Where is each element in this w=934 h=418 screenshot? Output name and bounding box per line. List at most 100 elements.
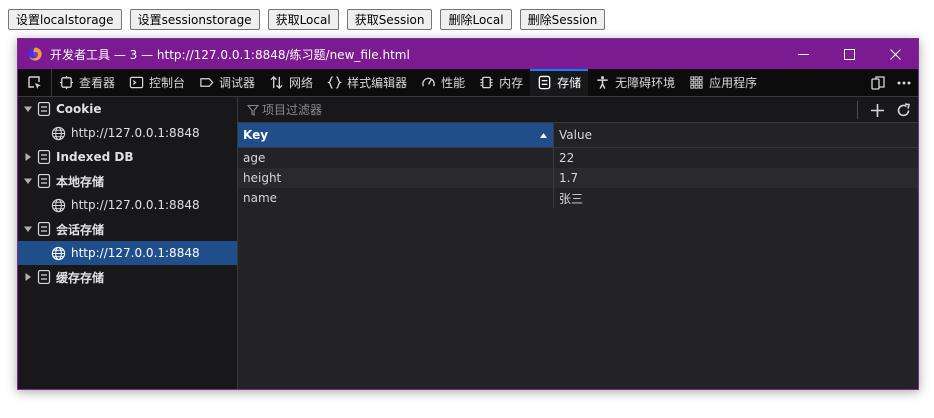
add-item-button[interactable] bbox=[866, 99, 888, 121]
tree-item-session-storage[interactable]: 会话存储 bbox=[18, 217, 237, 241]
style-editor-icon bbox=[327, 76, 342, 89]
storage-icon bbox=[538, 75, 551, 90]
tab-label: 调试器 bbox=[219, 76, 256, 90]
value-cell: 张三 bbox=[559, 191, 584, 206]
application-icon bbox=[690, 76, 703, 89]
tab-style-editor[interactable]: 样式编辑器 bbox=[320, 69, 414, 96]
tree-label: Cookie bbox=[56, 102, 102, 116]
set-sessionstorage-button[interactable]: 设置sessionstorage bbox=[129, 9, 260, 30]
table-row[interactable]: name 张三 bbox=[238, 188, 918, 208]
filter-icon bbox=[247, 104, 259, 116]
element-picker-icon bbox=[27, 75, 41, 89]
tab-debugger[interactable]: 调试器 bbox=[192, 69, 262, 96]
dock-options-button[interactable] bbox=[870, 75, 886, 91]
element-picker-button[interactable] bbox=[18, 69, 52, 96]
tab-label: 查看器 bbox=[79, 76, 116, 90]
delete-local-button[interactable]: 删除Local bbox=[440, 9, 512, 30]
get-session-button[interactable]: 获取Session bbox=[346, 9, 433, 30]
minimize-button[interactable] bbox=[780, 39, 826, 69]
tab-label: 网络 bbox=[289, 76, 314, 90]
table-body: age 22 height 1.7 name 张三 bbox=[238, 148, 918, 208]
storage-category-icon bbox=[37, 150, 51, 164]
maximize-icon bbox=[843, 48, 855, 60]
performance-icon bbox=[422, 77, 435, 87]
column-header-label: Key bbox=[243, 128, 269, 142]
tab-network[interactable]: 网络 bbox=[262, 69, 320, 96]
storage-category-icon bbox=[37, 222, 51, 236]
tab-label: 存储 bbox=[557, 76, 582, 90]
delete-session-button[interactable]: 删除Session bbox=[519, 9, 606, 30]
firefox-logo-icon bbox=[28, 47, 42, 61]
key-cell: height bbox=[238, 168, 554, 188]
table-actions bbox=[857, 97, 918, 123]
sort-ascending-icon bbox=[540, 133, 547, 138]
tab-storage[interactable]: 存储 bbox=[530, 69, 589, 96]
filter-bar bbox=[238, 97, 918, 123]
tab-label: 性能 bbox=[441, 76, 466, 90]
tree-item-local-storage-host[interactable]: http://127.0.0.1:8848 bbox=[18, 193, 237, 217]
toolbar-divider bbox=[857, 101, 858, 119]
tree-item-cookie-host[interactable]: http://127.0.0.1:8848 bbox=[18, 121, 237, 145]
tab-inspector[interactable]: 查看器 bbox=[52, 69, 122, 96]
accessibility-icon bbox=[597, 76, 608, 89]
tree-label: http://127.0.0.1:8848 bbox=[71, 126, 200, 140]
column-header-key[interactable]: Key bbox=[238, 123, 554, 147]
tree-label: 会话存储 bbox=[56, 222, 105, 237]
set-localstorage-button[interactable]: 设置localstorage bbox=[8, 9, 122, 30]
memory-icon bbox=[480, 76, 493, 89]
tab-label: 控制台 bbox=[149, 76, 186, 90]
tab-performance[interactable]: 性能 bbox=[414, 69, 472, 96]
column-header-value[interactable]: Value bbox=[554, 123, 918, 147]
page-button-bar: 设置localstorage 设置sessionstorage 获取Local … bbox=[8, 9, 613, 31]
window-title: 开发者工具 — 3 — http://127.0.0.1:8848/练习题/ne… bbox=[50, 47, 410, 62]
close-button[interactable] bbox=[872, 39, 918, 69]
console-icon bbox=[129, 76, 144, 89]
tree-label: http://127.0.0.1:8848 bbox=[71, 246, 200, 260]
maximize-button[interactable] bbox=[826, 39, 872, 69]
storage-category-icon bbox=[37, 270, 51, 284]
tab-application[interactable]: 应用程序 bbox=[682, 69, 764, 96]
refresh-icon bbox=[897, 102, 910, 116]
storage-table-panel: Key Value age 22 height 1.7 name 张三 bbox=[238, 97, 918, 389]
tree-label: 缓存存储 bbox=[56, 270, 105, 285]
tree-label: http://127.0.0.1:8848 bbox=[71, 198, 200, 212]
table-row[interactable]: age 22 bbox=[238, 148, 918, 168]
value-cell: 22 bbox=[559, 151, 575, 165]
minimize-icon bbox=[797, 53, 809, 55]
storage-category-icon bbox=[37, 102, 51, 116]
expanded-twisty-icon[interactable] bbox=[23, 104, 33, 114]
expanded-twisty-icon[interactable] bbox=[23, 224, 33, 234]
collapsed-twisty-icon[interactable] bbox=[23, 152, 33, 162]
collapsed-twisty-icon[interactable] bbox=[23, 272, 33, 282]
toolbar-right-actions bbox=[860, 69, 912, 97]
more-dots-icon bbox=[897, 81, 911, 85]
tab-label: 无障碍环境 bbox=[615, 76, 676, 90]
window-titlebar[interactable]: 开发者工具 — 3 — http://127.0.0.1:8848/练习题/ne… bbox=[18, 39, 918, 69]
tab-console[interactable]: 控制台 bbox=[122, 69, 192, 96]
table-row[interactable]: height 1.7 bbox=[238, 168, 918, 188]
tree-item-indexeddb[interactable]: Indexed DB bbox=[18, 145, 237, 169]
tree-item-cookie[interactable]: Cookie bbox=[18, 97, 237, 121]
tree-item-session-storage-host[interactable]: http://127.0.0.1:8848 bbox=[18, 241, 237, 265]
plus-icon bbox=[870, 103, 884, 117]
refresh-button[interactable] bbox=[892, 99, 914, 121]
storage-tree-sidebar: Cookie http://127.0.0.1:8848 Indexed DB … bbox=[18, 97, 238, 389]
key-cell: age bbox=[238, 148, 554, 168]
window-controls bbox=[780, 39, 918, 69]
globe-icon bbox=[51, 126, 66, 140]
get-local-button[interactable]: 获取Local bbox=[267, 9, 339, 30]
tree-label: 本地存储 bbox=[56, 174, 105, 189]
tab-label: 样式编辑器 bbox=[347, 76, 408, 90]
tab-accessibility[interactable]: 无障碍环境 bbox=[588, 69, 682, 96]
more-options-button[interactable] bbox=[896, 75, 912, 91]
expanded-twisty-icon[interactable] bbox=[23, 176, 33, 186]
close-icon bbox=[889, 48, 901, 60]
tree-item-cache-storage[interactable]: 缓存存储 bbox=[18, 265, 237, 289]
devtools-window: 开发者工具 — 3 — http://127.0.0.1:8848/练习题/ne… bbox=[17, 38, 919, 390]
tree-item-local-storage[interactable]: 本地存储 bbox=[18, 169, 237, 193]
value-cell: 1.7 bbox=[559, 171, 579, 185]
tab-memory[interactable]: 内存 bbox=[472, 69, 530, 96]
tab-label: 应用程序 bbox=[709, 76, 758, 90]
network-icon bbox=[270, 75, 283, 90]
item-filter-input[interactable] bbox=[262, 102, 822, 117]
